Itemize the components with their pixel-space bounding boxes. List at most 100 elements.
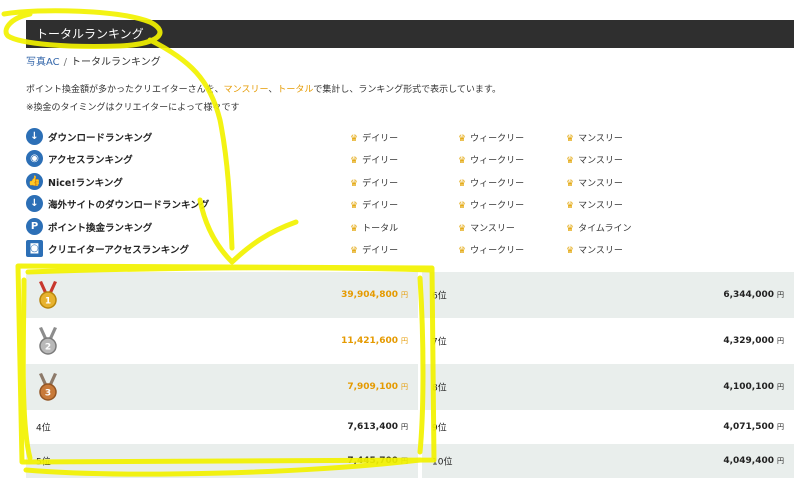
ranking-category-link[interactable]: クリエイターアクセスランキング — [48, 242, 189, 256]
rank-amount: 4,100,100 円 — [723, 382, 784, 392]
period-label: マンスリー — [578, 134, 623, 144]
breadcrumb-current: トータルランキング — [71, 57, 161, 68]
amount-value: 4,071,500 — [723, 422, 774, 432]
period-link[interactable]: ♛ マンスリー — [566, 176, 623, 189]
crown-icon: ♛ — [566, 134, 575, 144]
yen-unit: 円 — [777, 383, 784, 391]
rank-amount: 4,329,000 円 — [723, 336, 784, 346]
period-link[interactable]: ♛ ウィークリー — [458, 131, 524, 144]
period-link[interactable]: ♛ デイリー — [350, 198, 398, 211]
rank-amount: 11,421,600 円 — [341, 336, 408, 346]
crown-icon: ♛ — [458, 224, 467, 234]
total-link[interactable]: トータル — [277, 85, 313, 95]
ranking-table-row: 8位 4,100,100 円 — [422, 364, 794, 410]
breadcrumb-home-link[interactable]: 写真AC — [26, 57, 60, 68]
period-label: マンスリー — [578, 246, 623, 256]
ranking-category-link[interactable]: Nice!ランキング — [48, 175, 123, 189]
crown-icon: ♛ — [566, 156, 575, 166]
crown-icon: ♛ — [458, 201, 467, 211]
rank-label: 8位 — [432, 383, 447, 394]
crown-icon: ♛ — [566, 179, 575, 189]
amount-value: 7,909,100 — [347, 382, 398, 392]
ranking-table-row: 3 7,909,100 円 — [26, 364, 418, 410]
rank-label: 9位 — [432, 423, 447, 434]
page: トータルランキング 写真AC / トータルランキング ポイント換金額が多かったクリエ… — [0, 0, 800, 495]
crown-icon: ♛ — [458, 179, 467, 189]
period-link[interactable]: ♛ ウィークリー — [458, 176, 524, 189]
eye-icon: ◉ — [26, 150, 43, 167]
yen-unit: 円 — [401, 423, 408, 431]
ranking-table-row: 2 11,421,600 円 — [26, 318, 418, 364]
rank-amount: 4,071,500 円 — [723, 422, 784, 432]
crown-icon: ♛ — [350, 179, 359, 189]
amount-value: 6,344,000 — [723, 290, 774, 300]
crown-icon: ♛ — [458, 156, 467, 166]
period-link[interactable]: ♛ マンスリー — [458, 221, 515, 234]
period-link[interactable]: ♛ トータル — [350, 221, 398, 234]
period-label: タイムライン — [578, 224, 632, 234]
svg-text:2: 2 — [45, 343, 51, 353]
amount-value: 7,445,700 — [347, 456, 398, 466]
rank-amount: 39,904,800 円 — [341, 290, 408, 300]
rank-amount: 6,344,000 円 — [723, 290, 784, 300]
crown-icon: ♛ — [350, 201, 359, 211]
period-link[interactable]: ♛ ウィークリー — [458, 153, 524, 166]
download-icon: ↓ — [26, 195, 43, 212]
ranking-category-row: ◙ クリエイターアクセスランキング ♛ デイリー ♛ ウィークリー ♛ マンスリー — [26, 238, 726, 260]
period-link[interactable]: ♛ デイリー — [350, 153, 398, 166]
rank-amount: 7,445,700 円 — [347, 456, 408, 466]
period-link[interactable]: ♛ デイリー — [350, 131, 398, 144]
period-label: ウィークリー — [470, 134, 525, 144]
gold-medal-icon: 1 — [39, 281, 57, 309]
breadcrumb-separator: / — [63, 57, 68, 68]
ranking-category-link[interactable]: 海外サイトのダウンロードランキング — [48, 197, 209, 211]
svg-text:3: 3 — [45, 389, 51, 399]
period-label: トータル — [362, 224, 399, 234]
amount-value: 4,049,400 — [723, 456, 774, 466]
amount-value: 7,613,400 — [347, 422, 398, 432]
period-link[interactable]: ♛ デイリー — [350, 176, 398, 189]
amount-value: 39,904,800 — [341, 290, 398, 300]
description-line-2: ※換金のタイミングはクリエイターによって様々です — [26, 103, 240, 113]
amount-value: 11,421,600 — [341, 336, 398, 346]
ranking-category-link[interactable]: ポイント換金ランキング — [48, 220, 152, 234]
crown-icon: ♛ — [350, 246, 359, 256]
period-label: マンスリー — [578, 201, 623, 211]
period-label: ウィークリー — [470, 201, 525, 211]
yen-unit: 円 — [401, 383, 408, 391]
yen-unit: 円 — [777, 291, 784, 299]
ranking-table-row: 9位 4,071,500 円 — [422, 410, 794, 444]
ranking-table-row: 5位 7,445,700 円 — [26, 444, 418, 478]
period-link[interactable]: ♛ タイムライン — [566, 221, 631, 234]
crown-icon: ♛ — [566, 201, 575, 211]
period-label: ウィークリー — [470, 246, 525, 256]
ranking-category-row: P ポイント換金ランキング ♛ トータル ♛ マンスリー ♛ タイムライン — [26, 216, 726, 238]
period-link[interactable]: ♛ マンスリー — [566, 131, 623, 144]
period-link[interactable]: ♛ マンスリー — [566, 243, 623, 256]
page-title: トータルランキング — [26, 20, 794, 48]
period-label: デイリー — [362, 201, 399, 211]
period-label: デイリー — [362, 246, 399, 256]
monthly-link[interactable]: マンスリー — [224, 85, 269, 95]
ranking-category-link[interactable]: アクセスランキング — [48, 152, 133, 166]
crown-icon: ♛ — [566, 246, 575, 256]
rank-label: 4位 — [36, 423, 51, 434]
period-link[interactable]: ♛ デイリー — [350, 243, 398, 256]
period-link[interactable]: ♛ マンスリー — [566, 153, 623, 166]
point-icon: P — [26, 218, 43, 235]
period-link[interactable]: ♛ ウィークリー — [458, 243, 524, 256]
silver-medal-icon: 2 — [39, 327, 57, 355]
period-label: マンスリー — [470, 224, 515, 234]
description-text: で集計し、ランキング形式で表示しています。 — [313, 85, 501, 95]
bronze-medal-icon: 3 — [39, 373, 57, 401]
ranking-category-link[interactable]: ダウンロードランキング — [48, 130, 152, 144]
crown-icon: ♛ — [458, 134, 467, 144]
period-label: デイリー — [362, 134, 399, 144]
period-link[interactable]: ♛ マンスリー — [566, 198, 623, 211]
rank-label: 7位 — [432, 337, 447, 348]
rank-amount: 7,909,100 円 — [347, 382, 408, 392]
period-link[interactable]: ♛ ウィークリー — [458, 198, 524, 211]
yen-unit: 円 — [401, 291, 408, 299]
period-label: ウィークリー — [470, 156, 525, 166]
crown-icon: ♛ — [350, 224, 359, 234]
